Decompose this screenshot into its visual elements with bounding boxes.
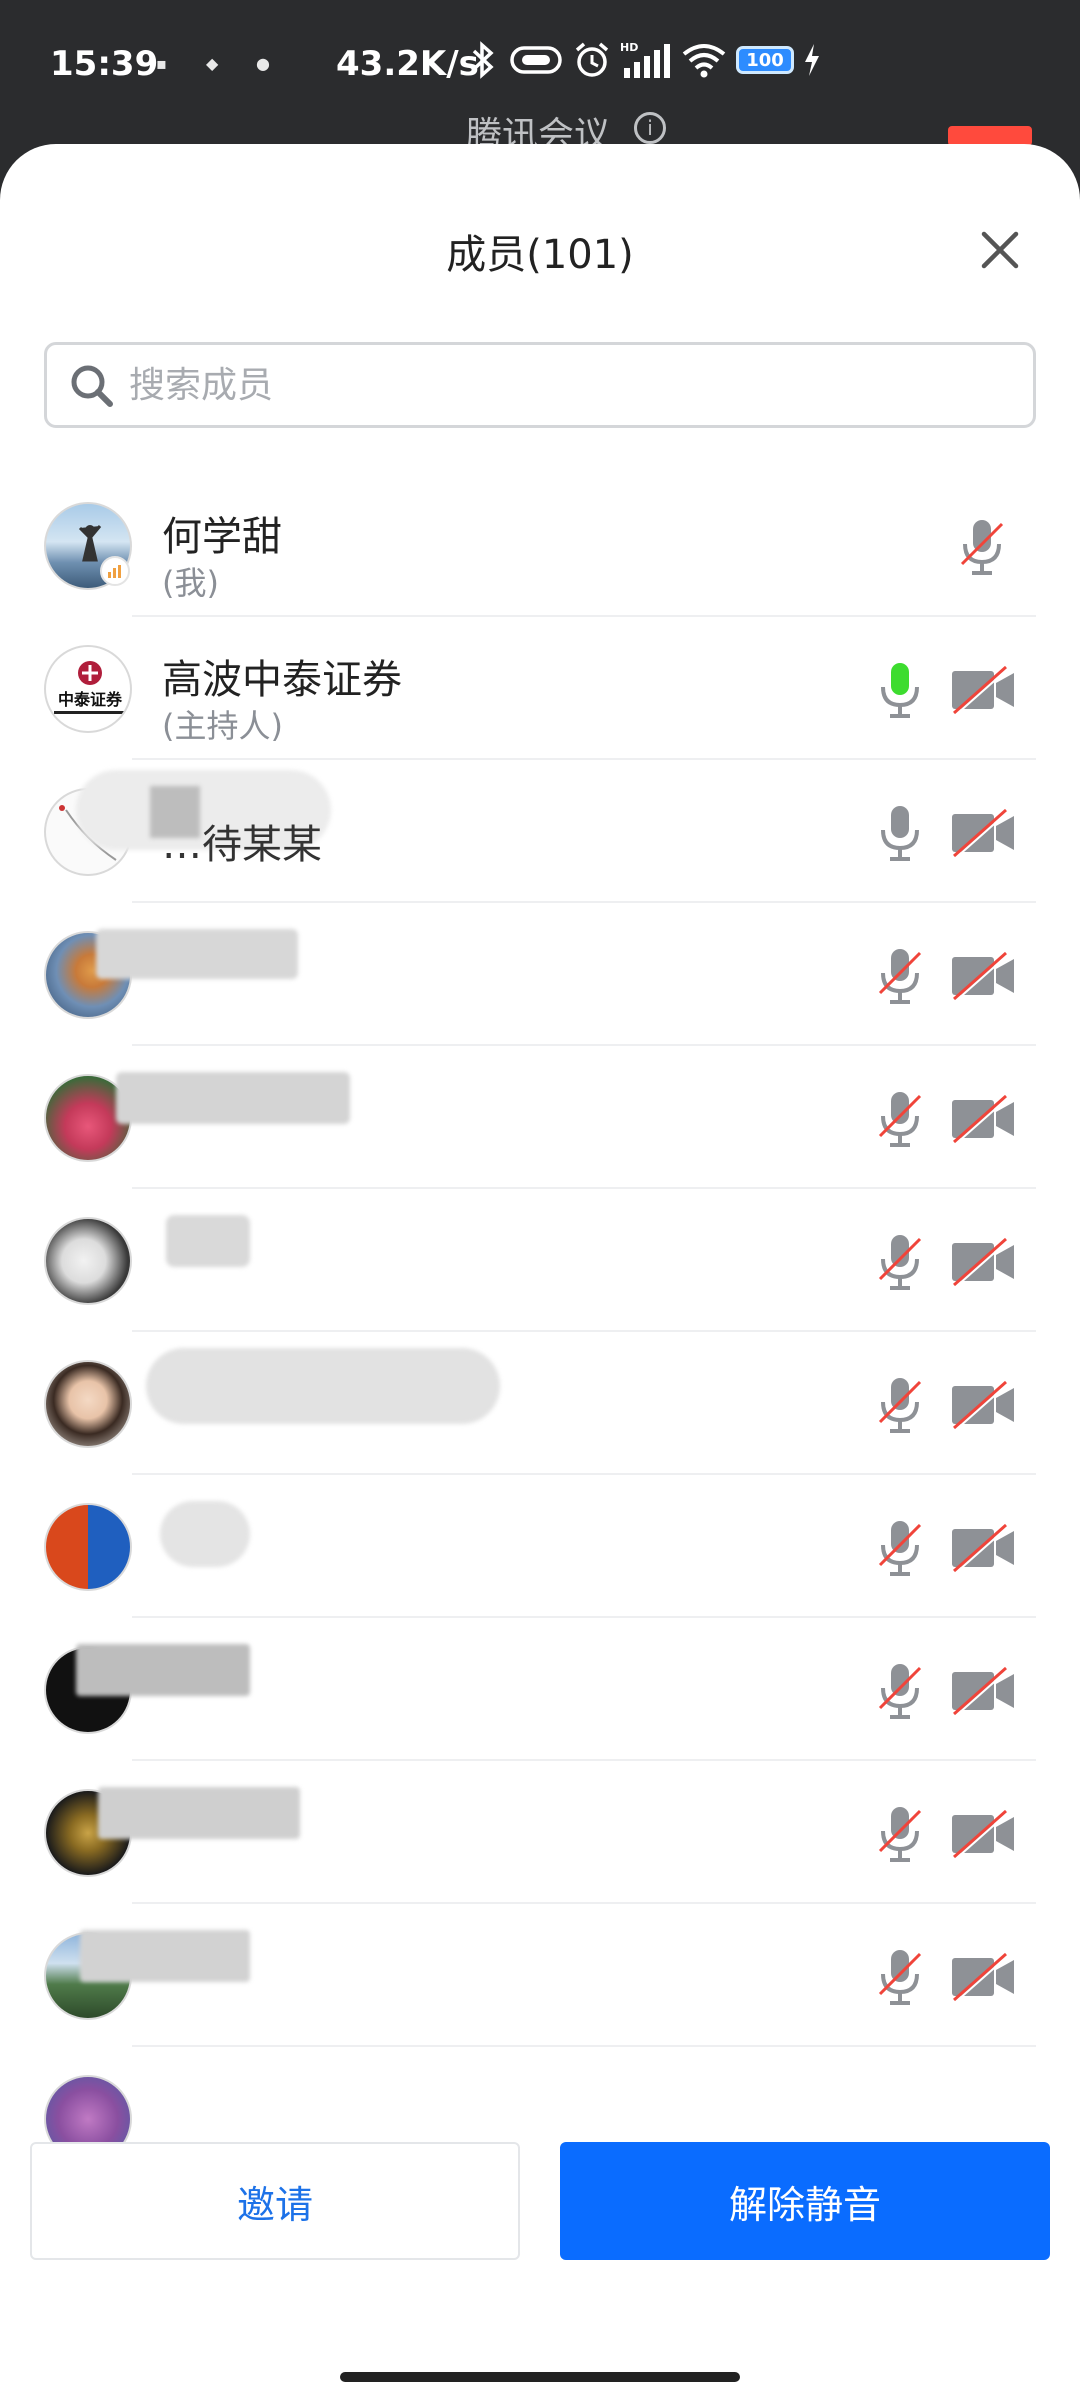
members-sheet: 成员(101) 何学甜 (我) — [0, 144, 1080, 2400]
end-meeting-button[interactable] — [948, 126, 1032, 146]
hd-signal-icon: HD — [620, 41, 670, 78]
mic-muted-icon[interactable] — [872, 945, 928, 1007]
wifi-icon — [682, 44, 726, 78]
member-name: …待某某 — [162, 822, 322, 868]
avatar — [44, 1360, 132, 1448]
member-row[interactable] — [0, 903, 1080, 1046]
info-icon[interactable]: i — [634, 112, 666, 144]
camera-off-icon[interactable] — [950, 951, 1016, 1001]
redacted-name — [160, 1501, 250, 1567]
member-name: 高波中泰证券 — [162, 657, 402, 703]
mic-muted-icon[interactable] — [872, 1374, 928, 1436]
redacted-name — [116, 1072, 350, 1124]
app-notification-icon: ▪ — [156, 54, 167, 73]
member-row[interactable] — [0, 1189, 1080, 1332]
camera-off-icon[interactable] — [950, 1952, 1016, 2002]
mic-muted-icon[interactable] — [872, 1517, 928, 1579]
member-row-host[interactable]: 中泰证券 高波中泰证券 (主持人) — [0, 617, 1080, 760]
redacted-name — [98, 1787, 300, 1839]
mic-muted-icon[interactable] — [872, 1088, 928, 1150]
mic-muted-icon[interactable] — [954, 516, 1010, 578]
member-row[interactable] — [0, 1761, 1080, 1904]
status-icons: HD 100 — [466, 40, 822, 80]
app-notification-icon: ◆ — [206, 54, 219, 73]
member-row[interactable] — [0, 1904, 1080, 2047]
sheet-title: 成员(101) — [446, 232, 634, 278]
avatar-logo-text: 中泰证券 — [58, 690, 123, 709]
avatar — [44, 1217, 132, 1305]
network-speed: 43.2K/s — [336, 44, 479, 84]
battery-icon: 100 — [736, 46, 794, 74]
status-bar: 15:39 ▪ ◆ ● 43.2K/s HD 100 腾讯会议 i — [0, 0, 1080, 156]
vibrate-icon — [510, 46, 562, 74]
member-row[interactable] — [0, 1618, 1080, 1761]
avatar: 中泰证券 — [44, 645, 132, 733]
svg-text:HD: HD — [620, 41, 638, 54]
mic-muted-icon[interactable] — [872, 1231, 928, 1293]
mic-on-icon[interactable] — [872, 802, 928, 864]
camera-off-icon[interactable] — [950, 1666, 1016, 1716]
member-row-me[interactable]: 何学甜 (我) — [0, 474, 1080, 617]
camera-off-icon[interactable] — [950, 808, 1016, 858]
redacted-name — [76, 1644, 250, 1696]
app-notification-icon: ● — [256, 54, 270, 73]
redacted-name — [96, 929, 298, 979]
member-row[interactable] — [0, 1046, 1080, 1189]
home-indicator[interactable] — [340, 2372, 740, 2382]
alarm-icon — [575, 42, 609, 77]
search-icon — [71, 365, 113, 407]
camera-off-icon[interactable] — [950, 1523, 1016, 1573]
member-row[interactable]: …待某某 — [0, 760, 1080, 903]
camera-off-icon[interactable] — [950, 665, 1016, 715]
redacted-name — [80, 1930, 250, 1982]
member-role: (我) — [162, 564, 219, 602]
mic-muted-icon[interactable] — [872, 1946, 928, 2008]
camera-off-icon[interactable] — [950, 1094, 1016, 1144]
avatar — [44, 1503, 132, 1591]
redacted-name — [166, 1215, 250, 1267]
member-row[interactable] — [0, 1475, 1080, 1618]
unmute-all-button[interactable]: 解除静音 — [560, 2142, 1050, 2260]
camera-off-icon[interactable] — [950, 1380, 1016, 1430]
member-list[interactable]: 何学甜 (我) 中泰证券 高波中泰证券 (主持人) …待某某 — [0, 474, 1080, 2240]
search-input[interactable] — [129, 355, 1009, 415]
camera-off-icon[interactable] — [950, 1237, 1016, 1287]
mic-muted-icon[interactable] — [872, 1803, 928, 1865]
member-row[interactable] — [0, 1332, 1080, 1475]
camera-off-icon[interactable] — [950, 1809, 1016, 1859]
member-name: 何学甜 — [162, 514, 282, 560]
member-role: (主持人) — [162, 707, 283, 745]
status-time: 15:39 — [50, 44, 159, 84]
charging-icon — [805, 44, 819, 76]
mic-muted-icon[interactable] — [872, 1660, 928, 1722]
invite-button[interactable]: 邀请 — [30, 2142, 520, 2260]
mic-speaking-icon[interactable] — [872, 659, 928, 721]
bluetooth-icon — [472, 41, 494, 79]
search-box[interactable] — [44, 342, 1036, 428]
redacted-name — [146, 1348, 500, 1424]
audio-level-badge — [100, 556, 130, 586]
close-icon[interactable] — [976, 226, 1024, 274]
